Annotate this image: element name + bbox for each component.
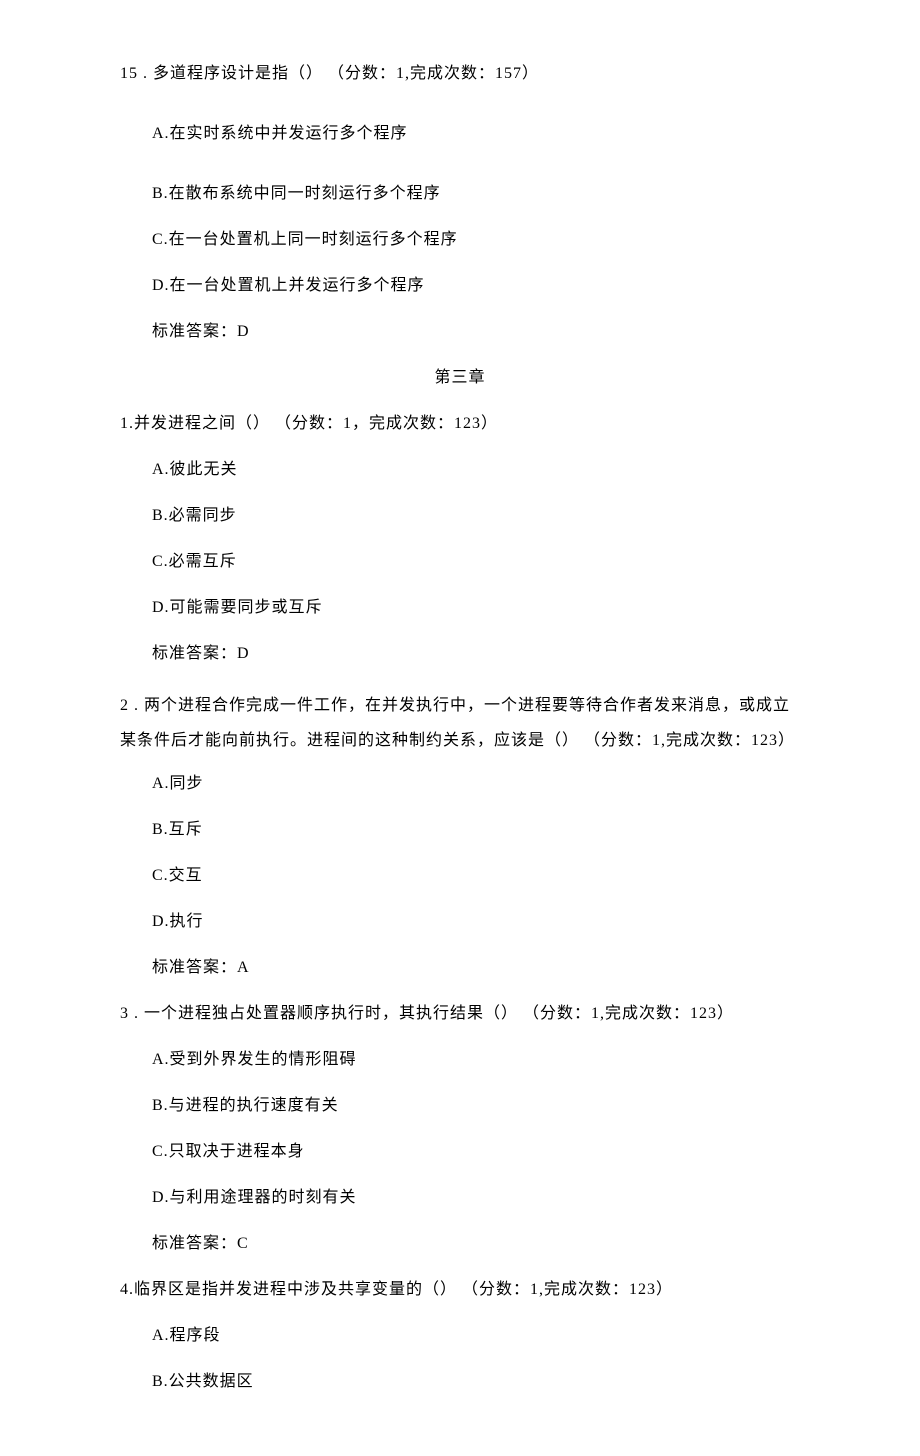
standard-answer: 标准答案：C	[120, 1232, 800, 1256]
option-b: B.必需同步	[120, 504, 800, 528]
option-a: A.彼此无关	[120, 458, 800, 482]
standard-answer: 标准答案：A	[120, 956, 800, 980]
option-d: D.在一台处置机上并发运行多个程序	[120, 274, 800, 298]
question-stem: 1.并发进程之间（） （分数：1，完成次数：123）	[120, 412, 800, 436]
question-4: 4.临界区是指并发进程中涉及共享变量的（） （分数：1,完成次数：123） A.…	[120, 1278, 800, 1394]
option-b: B.在散布系统中同一时刻运行多个程序	[120, 182, 800, 206]
option-a: A.受到外界发生的情形阻碍	[120, 1048, 800, 1072]
section-title: 第三章	[120, 366, 800, 390]
option-c: C.在一台处置机上同一时刻运行多个程序	[120, 228, 800, 252]
standard-answer: 标准答案：D	[120, 320, 800, 344]
option-b: B.互斥	[120, 818, 800, 842]
option-c: C.交互	[120, 864, 800, 888]
option-c: C.必需互斥	[120, 550, 800, 574]
option-a: A.程序段	[120, 1324, 800, 1348]
option-a: A.在实时系统中并发运行多个程序	[120, 122, 800, 146]
question-15: 15 . 多道程序设计是指（） （分数：1,完成次数：157） A.在实时系统中…	[120, 62, 800, 344]
option-b: B.与进程的执行速度有关	[120, 1094, 800, 1118]
question-stem: 15 . 多道程序设计是指（） （分数：1,完成次数：157）	[120, 62, 800, 86]
question-stem: 2 . 两个进程合作完成一件工作，在并发执行中，一个进程要等待合作者发来消息，或…	[120, 688, 800, 758]
standard-answer: 标准答案：D	[120, 642, 800, 666]
question-2: 2 . 两个进程合作完成一件工作，在并发执行中，一个进程要等待合作者发来消息，或…	[120, 688, 800, 980]
option-b: B.公共数据区	[120, 1370, 800, 1394]
question-3: 3 . 一个进程独占处置器顺序执行时，其执行结果（） （分数：1,完成次数：12…	[120, 1002, 800, 1256]
question-stem: 4.临界区是指并发进程中涉及共享变量的（） （分数：1,完成次数：123）	[120, 1278, 800, 1302]
question-1: 1.并发进程之间（） （分数：1，完成次数：123） A.彼此无关 B.必需同步…	[120, 412, 800, 666]
option-d: D.执行	[120, 910, 800, 934]
option-d: D.与利用途理器的时刻有关	[120, 1186, 800, 1210]
option-d: D.可能需要同步或互斥	[120, 596, 800, 620]
option-c: C.只取决于进程本身	[120, 1140, 800, 1164]
option-a: A.同步	[120, 772, 800, 796]
question-stem: 3 . 一个进程独占处置器顺序执行时，其执行结果（） （分数：1,完成次数：12…	[120, 1002, 800, 1026]
